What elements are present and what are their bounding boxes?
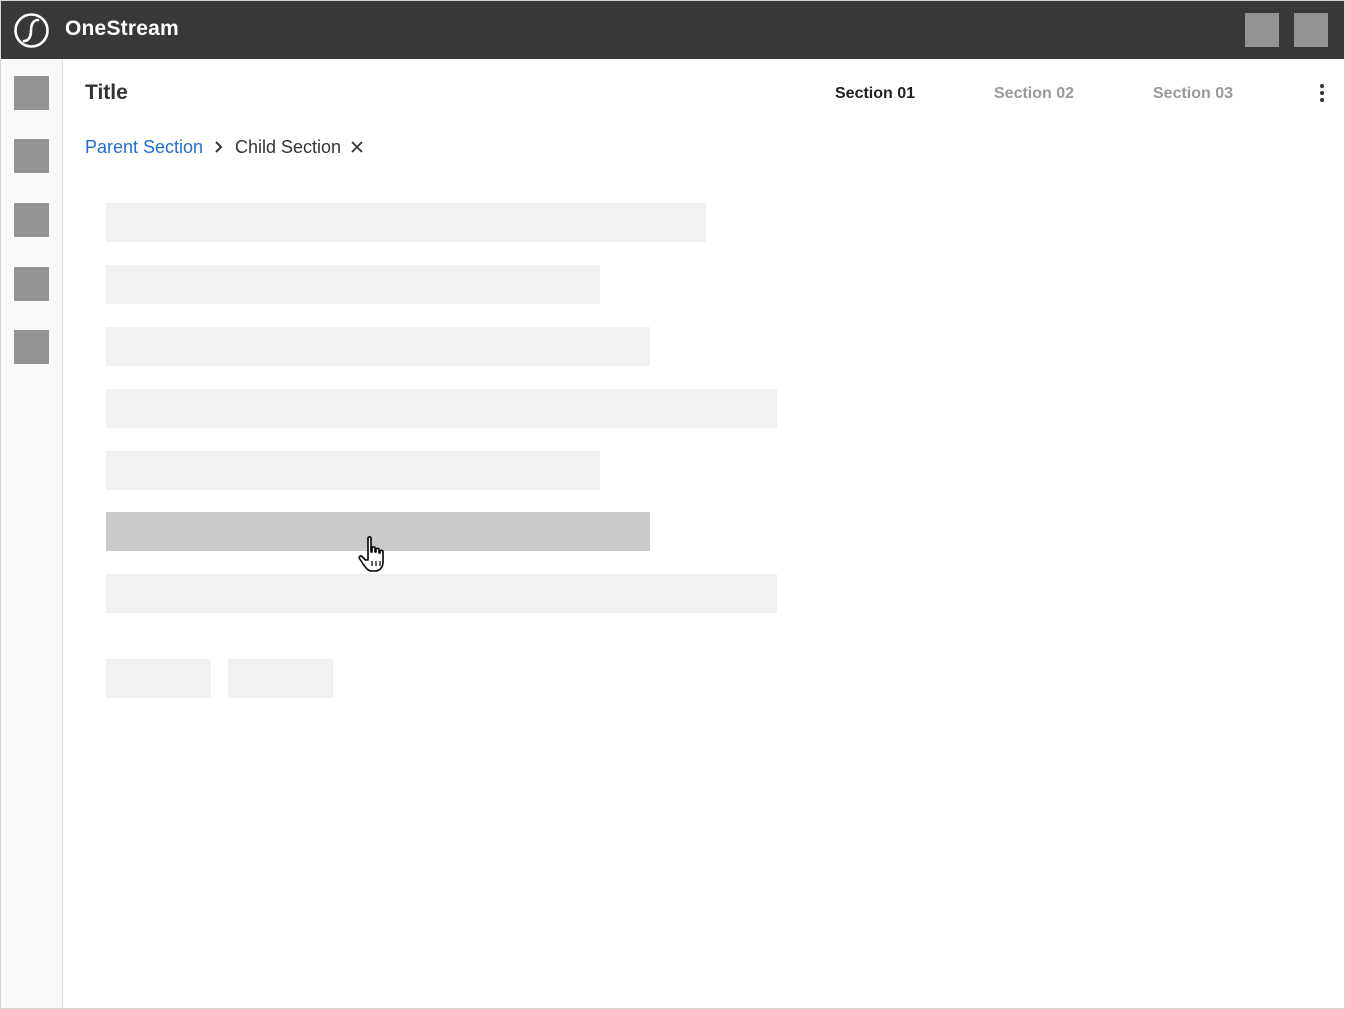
onestream-logo-icon[interactable] — [13, 12, 50, 49]
placeholder-button-1[interactable] — [106, 659, 211, 698]
more-vertical-icon[interactable] — [1312, 84, 1332, 106]
page-title: Title — [85, 81, 128, 104]
list-row-5[interactable] — [106, 451, 600, 490]
chevron-right-icon — [215, 141, 223, 153]
list-row-1[interactable] — [106, 203, 706, 242]
sidebar-item-3[interactable] — [14, 203, 49, 237]
brand-name: OneStream — [65, 17, 179, 40]
sidebar-item-1[interactable] — [14, 76, 49, 110]
hand-pointer-icon — [358, 536, 384, 572]
tab-section-01[interactable]: Section 01 — [835, 85, 915, 103]
list-row-2[interactable] — [106, 265, 600, 304]
list-row-4[interactable] — [106, 389, 777, 428]
sidebar — [1, 59, 63, 1008]
sidebar-item-5[interactable] — [14, 330, 49, 364]
list-row-7[interactable] — [106, 574, 777, 613]
close-icon[interactable] — [349, 139, 365, 155]
sidebar-item-2[interactable] — [14, 139, 49, 173]
sidebar-item-4[interactable] — [14, 267, 49, 301]
list-row-3[interactable] — [106, 327, 650, 366]
header-action-button-1[interactable] — [1245, 13, 1279, 47]
tab-section-03[interactable]: Section 03 — [1153, 85, 1233, 103]
breadcrumb-child: Child Section — [235, 137, 342, 157]
header-action-button-2[interactable] — [1294, 13, 1328, 47]
top-bar: OneStream — [1, 1, 1344, 59]
app-window: OneStream Title Section 01 Section 02 Se… — [0, 0, 1345, 1009]
breadcrumb-parent-link[interactable]: Parent Section — [85, 137, 203, 158]
placeholder-button-2[interactable] — [228, 659, 333, 698]
tab-section-02[interactable]: Section 02 — [994, 85, 1074, 103]
